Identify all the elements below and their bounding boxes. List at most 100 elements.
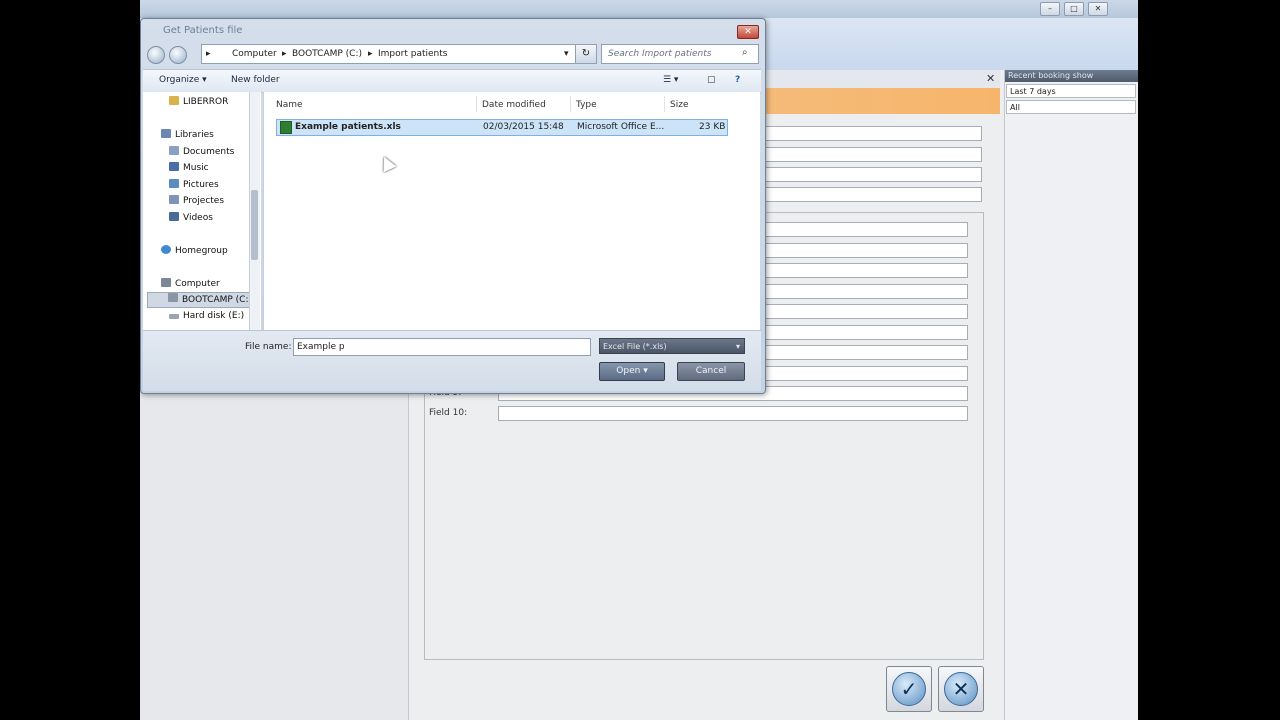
filter-select[interactable]: All xyxy=(1006,100,1136,114)
back-button[interactable] xyxy=(147,46,165,64)
cancel-action-button[interactable]: ✕ xyxy=(938,666,984,712)
field-10-input[interactable] xyxy=(498,406,968,421)
x-mark-icon: ✕ xyxy=(944,672,978,706)
file-name-value: Example p xyxy=(297,342,345,352)
folder-icon: ▸ xyxy=(206,49,211,59)
nav-item-libraries[interactable]: Libraries xyxy=(161,129,214,140)
nav-item-projectes[interactable]: Projectes xyxy=(169,195,224,206)
recent-header: Recent booking show xyxy=(1005,70,1138,82)
group-field-2[interactable] xyxy=(764,243,968,258)
group-field-7[interactable] xyxy=(764,345,968,360)
new-folder-button[interactable]: New folder xyxy=(231,75,280,85)
breadcrumb-bootcamp[interactable]: BOOTCAMP (C:) xyxy=(292,49,362,59)
nav-label: Documents xyxy=(183,147,235,157)
drive-icon xyxy=(168,293,178,302)
file-name: Example patients.xls xyxy=(295,122,401,132)
top-field-4[interactable] xyxy=(764,187,982,202)
help-icon[interactable]: ? xyxy=(735,75,740,85)
confirm-button[interactable]: ✓ xyxy=(886,666,932,712)
nav-item-bootcamp[interactable]: BOOTCAMP (C:) xyxy=(147,292,251,308)
nav-label: Homegroup xyxy=(175,246,228,256)
nav-label: Music xyxy=(183,163,209,173)
videos-icon xyxy=(169,212,179,221)
nav-item-videos[interactable]: Videos xyxy=(169,212,213,223)
top-field-1[interactable] xyxy=(764,126,982,141)
group-field-4[interactable] xyxy=(764,284,968,299)
nav-item-homegroup[interactable]: Homegroup xyxy=(161,245,228,256)
nav-label: Pictures xyxy=(183,180,219,190)
file-list: Name Date modified Type Size Example pat… xyxy=(263,92,760,330)
refresh-button[interactable]: ↻ xyxy=(575,44,597,64)
group-field-3[interactable] xyxy=(764,263,968,278)
file-name-input[interactable]: Example p xyxy=(293,338,591,356)
nav-item-computer[interactable]: Computer xyxy=(161,278,220,289)
search-icon[interactable]: ⌕ xyxy=(742,47,748,58)
preview-pane-icon[interactable]: ▢ xyxy=(707,75,716,85)
dialog-bottom-bar: File name: Example p Excel File (*.xls) ▾… xyxy=(143,330,761,391)
close-app-button[interactable]: ✕ xyxy=(1088,2,1108,16)
column-separator xyxy=(476,96,477,112)
nav-label: BOOTCAMP (C:) xyxy=(182,295,251,305)
address-bar[interactable]: ▸ Computer ▸ BOOTCAMP (C:) ▸ Import pati… xyxy=(201,44,577,64)
nav-scroll-thumb[interactable] xyxy=(251,190,258,260)
column-header-date[interactable]: Date modified xyxy=(482,100,546,110)
homegroup-icon xyxy=(161,245,171,254)
nav-item-music[interactable]: Music xyxy=(169,162,209,173)
minimize-button[interactable]: – xyxy=(1040,2,1060,16)
breadcrumb-import-patients[interactable]: Import patients xyxy=(378,49,447,59)
nav-label: Computer xyxy=(175,279,220,289)
refresh-icon: ↻ xyxy=(581,48,591,59)
nav-item-pictures[interactable]: Pictures xyxy=(169,179,219,190)
column-header-name[interactable]: Name xyxy=(276,100,303,110)
nav-label: Libraries xyxy=(175,130,214,140)
open-button[interactable]: Open ▾ xyxy=(599,362,665,381)
excel-file-icon xyxy=(280,121,292,134)
group-field-5[interactable] xyxy=(764,304,968,319)
group-field-6[interactable] xyxy=(764,325,968,340)
dialog-close-button[interactable]: ✕ xyxy=(737,25,759,39)
column-header-type[interactable]: Type xyxy=(576,100,597,110)
organize-menu[interactable]: Organize ▾ xyxy=(159,75,207,85)
range-select[interactable]: Last 7 days xyxy=(1006,84,1136,98)
open-file-dialog: Get Patients file ✕ ▸ Computer ▸ BOOTCAM… xyxy=(140,18,766,394)
open-label: Open xyxy=(616,366,641,376)
chevron-down-icon[interactable]: ▾ xyxy=(643,366,648,376)
nav-label: Projectes xyxy=(183,196,225,206)
file-type-select[interactable]: Excel File (*.xls) ▾ xyxy=(599,338,745,354)
group-field-8[interactable] xyxy=(764,366,968,381)
nav-label: Videos xyxy=(183,213,213,223)
projects-icon xyxy=(169,195,179,204)
libraries-icon xyxy=(161,129,171,138)
cancel-button[interactable]: Cancel xyxy=(677,362,745,381)
maximize-button[interactable]: □ xyxy=(1064,2,1084,16)
file-type: Microsoft Office E... xyxy=(577,122,665,132)
file-name-label: File name: xyxy=(245,342,292,352)
search-box[interactable]: Search Import patients ⌕ xyxy=(601,44,759,64)
column-separator xyxy=(570,96,571,112)
nav-item-documents[interactable]: Documents xyxy=(169,146,234,157)
file-type-value: Excel File (*.xls) xyxy=(603,342,667,351)
column-separator xyxy=(664,96,665,112)
forward-button[interactable] xyxy=(169,46,187,64)
chevron-down-icon[interactable]: ▾ xyxy=(564,49,569,59)
top-field-3[interactable] xyxy=(764,167,982,182)
column-header-size[interactable]: Size xyxy=(670,100,688,110)
dialog-title: Get Patients file xyxy=(163,25,243,36)
chevron-down-icon: ▾ xyxy=(735,342,740,351)
app-titlebar: – □ ✕ xyxy=(140,0,1138,18)
file-date: 02/03/2015 15:48 xyxy=(483,122,564,132)
search-placeholder: Search Import patients xyxy=(608,49,712,59)
nav-item-hard-disk[interactable]: Hard disk (E:) xyxy=(169,311,244,321)
harddisk-icon xyxy=(169,314,179,319)
view-options-icon[interactable]: ☰ ▾ xyxy=(663,75,678,85)
file-row[interactable]: Example patients.xls 02/03/2015 15:48 Mi… xyxy=(276,119,728,136)
navigation-pane: LIBERROR Libraries Documents Music Pictu… xyxy=(143,92,261,330)
breadcrumb-computer[interactable]: Computer xyxy=(232,49,277,59)
group-field-1[interactable] xyxy=(764,222,968,237)
top-field-2[interactable] xyxy=(764,147,982,162)
close-panel-icon[interactable]: ✕ xyxy=(986,72,995,85)
dialog-toolbar: Organize ▾ New folder ☰ ▾ ▢ ? xyxy=(143,69,761,93)
nav-scrollbar[interactable] xyxy=(249,92,260,330)
nav-item-liberror[interactable]: LIBERROR xyxy=(169,96,228,107)
nav-label: Hard disk (E:) xyxy=(183,311,245,321)
